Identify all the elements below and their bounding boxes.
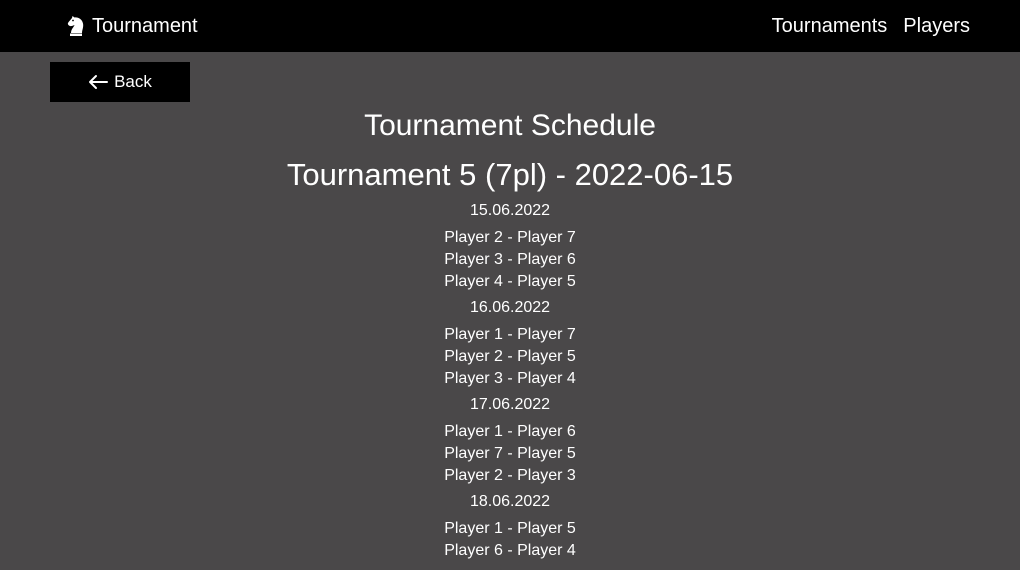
match-pairing: Player 1 - Player 5 xyxy=(444,520,576,537)
page-title: Tournament Schedule xyxy=(364,109,656,142)
brand-title: Tournament xyxy=(92,15,198,37)
back-button-label: Back xyxy=(114,72,152,91)
match-pairing: Player 1 - Player 6 xyxy=(444,423,576,440)
match-pairing: Player 2 - Player 3 xyxy=(444,467,576,484)
schedule-content: Tournament Schedule Tournament 5 (7pl) -… xyxy=(0,106,1020,562)
match-pairing: Player 2 - Player 7 xyxy=(444,229,576,246)
nav-players-link[interactable]: Players xyxy=(903,13,970,39)
match-pairing: Player 6 - Player 4 xyxy=(444,542,576,559)
match-pairing: Player 3 - Player 4 xyxy=(444,370,576,387)
schedule-day: 18.06.2022 Player 1 - Player 5 Player 6 … xyxy=(0,491,1020,562)
main-nav: Tournaments Players xyxy=(756,13,970,39)
schedule-day: 15.06.2022 Player 2 - Player 7 Player 3 … xyxy=(0,200,1020,293)
match-pairing: Player 7 - Player 5 xyxy=(444,445,576,462)
tournament-title: Tournament 5 (7pl) - 2022-06-15 xyxy=(286,157,734,192)
chess-knight-icon xyxy=(66,15,86,37)
arrow-left-icon xyxy=(88,74,109,90)
match-pairing: Player 4 - Player 5 xyxy=(444,273,576,290)
day-date: 17.06.2022 xyxy=(469,396,551,413)
match-pairing: Player 3 - Player 6 xyxy=(444,251,576,268)
day-date: 16.06.2022 xyxy=(469,299,551,316)
day-date: 18.06.2022 xyxy=(469,493,551,510)
top-navbar: Tournament Tournaments Players xyxy=(0,0,1020,52)
nav-tournaments-link[interactable]: Tournaments xyxy=(772,13,888,39)
match-pairing: Player 2 - Player 5 xyxy=(444,348,576,365)
brand-link[interactable]: Tournament xyxy=(66,13,198,39)
day-date: 15.06.2022 xyxy=(469,202,551,219)
back-button[interactable]: Back xyxy=(50,62,190,102)
match-pairing: Player 1 - Player 7 xyxy=(444,326,576,343)
schedule-day: 16.06.2022 Player 1 - Player 7 Player 2 … xyxy=(0,297,1020,390)
schedule-day: 17.06.2022 Player 1 - Player 6 Player 7 … xyxy=(0,394,1020,487)
